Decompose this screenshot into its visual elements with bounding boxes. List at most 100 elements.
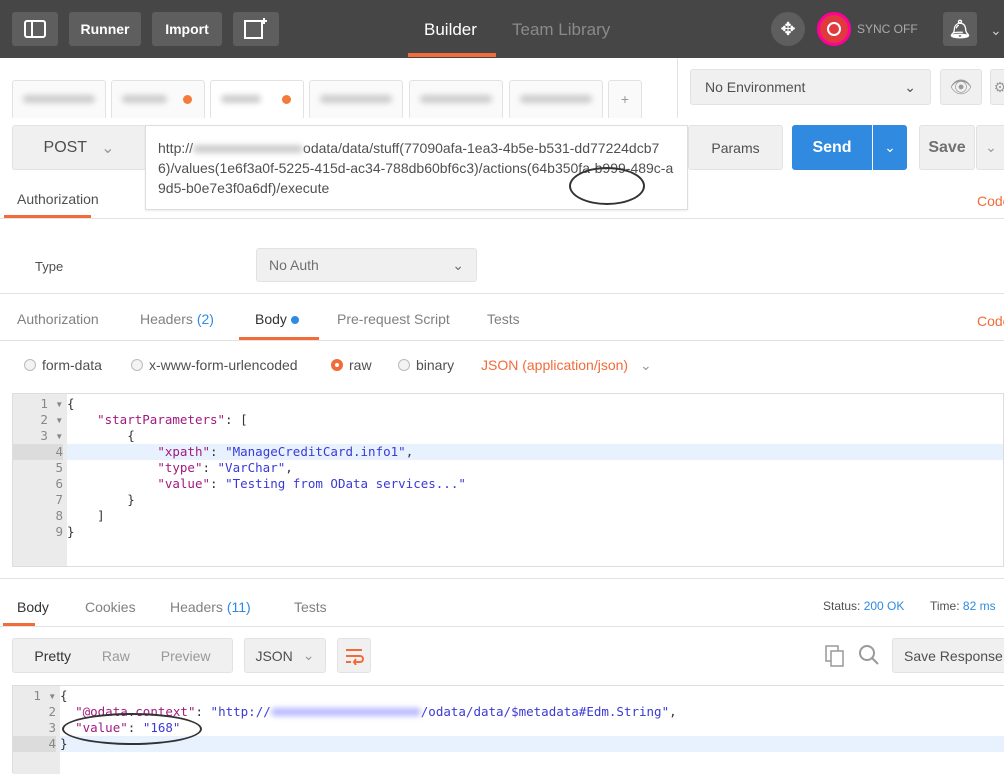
import-button[interactable]: Import (152, 12, 222, 46)
line-number: 4 (13, 736, 56, 752)
tab-label: Headers (140, 311, 193, 327)
request-tab[interactable] (12, 80, 106, 118)
response-tab-tests[interactable]: Tests (294, 599, 327, 615)
send-button[interactable]: Send (792, 125, 872, 170)
view-pretty[interactable]: Pretty (34, 648, 71, 664)
code-line: "startParameters": [ (67, 412, 1003, 428)
radio-binary[interactable]: binary (398, 357, 454, 373)
code-line: "type": "VarChar", (67, 460, 1003, 476)
view-preview[interactable]: Preview (161, 648, 211, 664)
radio-raw[interactable]: raw (331, 357, 372, 373)
divider (0, 626, 1004, 627)
radio-urlencoded[interactable]: x-www-form-urlencoded (131, 357, 298, 373)
code-token-punct: { (67, 428, 135, 443)
tab-label: Headers (170, 599, 223, 615)
auth-type-select[interactable]: No Auth ⌄ (256, 248, 477, 282)
code-line: { (67, 396, 1003, 412)
request-tab-active[interactable] (210, 80, 304, 118)
response-tab-cookies[interactable]: Cookies (85, 599, 136, 615)
divider (0, 293, 1004, 294)
code-line: "value": "Testing from OData services...… (67, 476, 1003, 492)
tab-tests[interactable]: Tests (487, 311, 520, 327)
code-link[interactable]: Code (977, 313, 1004, 329)
radio-selected-icon (331, 359, 343, 371)
response-status: Status: 200 OK (823, 599, 904, 613)
sync-status: SYNC OFF (857, 22, 918, 36)
radio-form-data[interactable]: form-data (24, 357, 102, 373)
chevron-down-icon: ⌄ (884, 139, 896, 155)
tab-team-library[interactable]: Team Library (512, 20, 610, 40)
code-area[interactable]: { "startParameters": [ { "xpath": "Manag… (67, 394, 1003, 540)
params-button[interactable]: Params (688, 125, 783, 170)
radio-label: binary (416, 357, 455, 373)
code-line: { (67, 428, 1003, 444)
auth-type-label: Type (35, 259, 64, 274)
copy-button[interactable] (825, 645, 845, 670)
radio-icon (131, 359, 143, 371)
unsaved-dot-icon (183, 95, 192, 104)
code-token-punct: ] (67, 508, 105, 523)
method-select[interactable]: POST ⌄ (12, 125, 146, 170)
tab-body[interactable]: Body (255, 311, 299, 327)
sidebar-toggle-button[interactable] (12, 12, 58, 46)
tab-builder[interactable]: Builder (424, 20, 477, 40)
line-number: 2 (48, 704, 56, 719)
runner-button[interactable]: Runner (69, 12, 141, 46)
content-type-select[interactable]: JSON (application/json) ⌄ (481, 357, 652, 374)
code-area[interactable]: { "@odata.context": "http:///odata/data/… (60, 686, 1004, 752)
response-tab-headers[interactable]: Headers (11) (170, 599, 251, 615)
notifications-button[interactable]: 🔔︎ (943, 12, 977, 46)
environment-quick-look-button[interactable]: 👁︎ (940, 69, 982, 105)
save-options-button[interactable]: ⌄ (976, 125, 1004, 170)
tab-authorization[interactable]: Authorization (17, 311, 99, 327)
wrap-icon (346, 648, 364, 665)
send-options-button[interactable]: ⌄ (873, 125, 907, 170)
code-token-key: "type" (157, 460, 203, 475)
code-token-punct: : (195, 704, 211, 719)
request-tab[interactable] (111, 80, 205, 118)
request-body-editor[interactable]: 1 ▾ 2 ▾ 3 ▾ 4 5 6 7 8 9 { "startParameters"… (12, 393, 1004, 567)
response-format-select[interactable]: JSON ⌄ (244, 638, 326, 673)
code-token-str: "http:// (210, 704, 271, 719)
line-number: 5 (55, 460, 63, 475)
request-tab[interactable] (409, 80, 503, 118)
tab-pre-request-script[interactable]: Pre-request Script (337, 311, 450, 327)
sync-icon[interactable] (817, 12, 851, 46)
format-value: JSON (255, 647, 293, 664)
unsaved-dot-icon (282, 95, 291, 104)
line-number: 7 (55, 492, 63, 507)
code-token-punct (67, 476, 157, 491)
code-token-punct (67, 412, 97, 427)
code-line: } (67, 492, 1003, 508)
manage-environments-button[interactable]: ⚙ (990, 69, 1004, 105)
active-tab-indicator (408, 53, 496, 57)
code-line: "@odata.context": "http:///odata/data/$m… (60, 704, 1004, 720)
search-button[interactable] (858, 644, 880, 669)
view-raw[interactable]: Raw (102, 648, 130, 664)
code-link[interactable]: Code (977, 193, 1004, 209)
code-line: "xpath": "ManageCreditCard.info1", (67, 444, 1003, 460)
request-tab[interactable] (509, 80, 603, 118)
method-value: POST (43, 138, 88, 156)
line-number: 9 (55, 524, 63, 539)
headers-count: (11) (226, 599, 251, 615)
chevron-down-icon: ⌄ (904, 78, 916, 95)
save-button[interactable]: Save (919, 125, 975, 170)
interceptor-icon[interactable]: ✥ (771, 12, 805, 46)
new-tab-button[interactable] (233, 12, 279, 46)
tab-headers[interactable]: Headers (2) (140, 311, 214, 327)
code-line: ] (67, 508, 1003, 524)
environment-select[interactable]: No Environment ⌄ (690, 69, 931, 105)
code-token-blur (270, 708, 421, 716)
code-token-punct: : [ (225, 412, 248, 427)
add-tab-button[interactable]: + (608, 80, 642, 118)
code-line: } (60, 736, 1004, 752)
save-response-button[interactable]: Save Response (892, 638, 1004, 673)
request-tab[interactable] (309, 80, 403, 118)
tab-authorization-top[interactable]: Authorization (17, 191, 99, 207)
chevron-down-icon[interactable]: ⌄ (990, 22, 1002, 39)
code-token-punct: { (60, 688, 68, 703)
line-number: 1 ▾ (33, 688, 56, 703)
wrap-lines-button[interactable] (337, 638, 371, 673)
response-tab-body[interactable]: Body (17, 599, 49, 615)
